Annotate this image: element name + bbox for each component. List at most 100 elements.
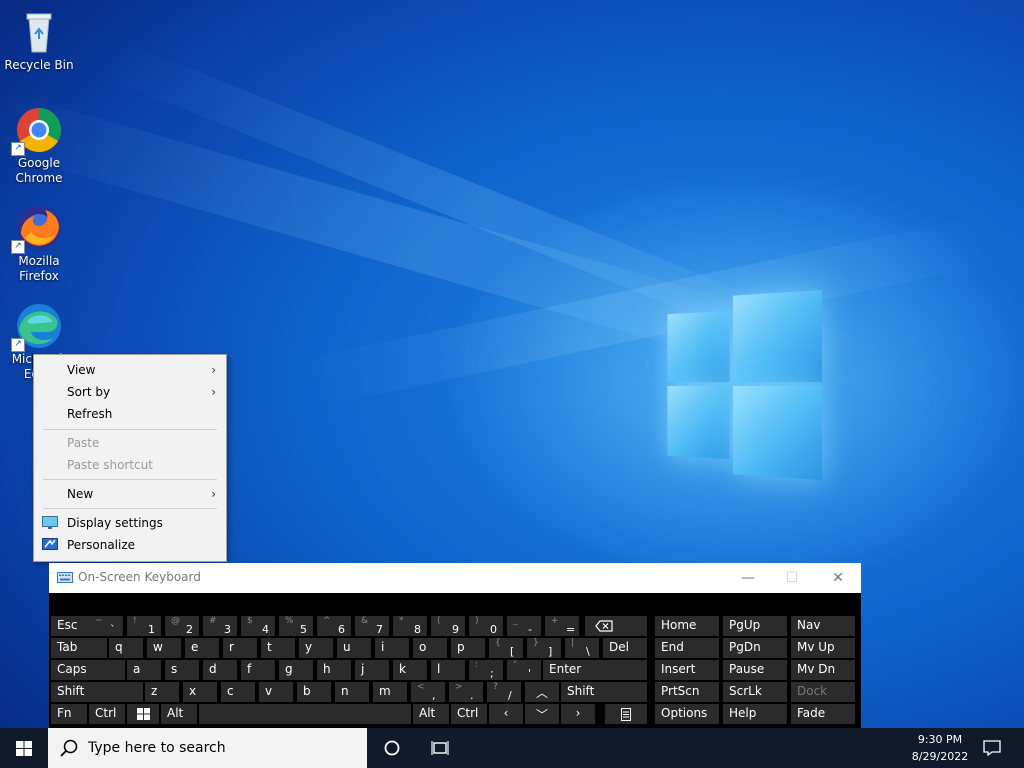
bracket-key-1[interactable]: }] xyxy=(527,638,561,658)
space-key[interactable] xyxy=(199,704,411,724)
key-row3-6[interactable]: j xyxy=(355,660,389,680)
key-row1-7[interactable]: & 7 xyxy=(355,616,389,636)
menu-item-new[interactable]: New › xyxy=(34,483,226,505)
insert-key[interactable]: Insert xyxy=(655,660,719,680)
maximize-button[interactable]: ☐ xyxy=(777,567,807,589)
menu-item-display-settings[interactable]: Display settings xyxy=(34,512,226,534)
key-row3-1[interactable]: s xyxy=(165,660,199,680)
menu-item-sort-by[interactable]: Sort by › xyxy=(34,381,226,403)
end-key[interactable]: End xyxy=(655,638,719,658)
key-1-row2[interactable]: w xyxy=(147,638,181,658)
action-center-button[interactable] xyxy=(978,728,1008,768)
key-row1-11[interactable]: _ - xyxy=(507,616,541,636)
system-clock[interactable]: 9:30 PM 8/29/2022 xyxy=(905,731,975,765)
key-row1-3[interactable]: #3 xyxy=(203,616,237,636)
windows-key[interactable] xyxy=(127,704,159,724)
key-row4-6[interactable]: m xyxy=(373,682,407,702)
key-row3-2[interactable]: d xyxy=(203,660,237,680)
punct-key-row3-0[interactable]: :; xyxy=(469,660,503,680)
enter-key[interactable]: Enter xyxy=(543,660,647,680)
prtscn-key[interactable]: PrtScn xyxy=(655,682,719,702)
punct-key-row4-2[interactable]: ? / xyxy=(487,682,521,702)
key-row4-1[interactable]: x xyxy=(183,682,217,702)
key-row4-2[interactable]: c xyxy=(221,682,255,702)
key-row3-7[interactable]: k xyxy=(393,660,427,680)
alt-left-key[interactable]: Alt xyxy=(161,704,197,724)
backspace-key[interactable] xyxy=(585,616,647,636)
key-8-row2[interactable]: o xyxy=(413,638,447,658)
tab-key[interactable]: Tab xyxy=(51,638,107,658)
ctrl-left-key[interactable]: Ctrl xyxy=(89,704,125,724)
arrow-right-key[interactable]: › xyxy=(561,704,595,724)
key-row4-3[interactable]: v xyxy=(259,682,293,702)
key-4-row2[interactable]: t xyxy=(261,638,295,658)
cortana-button[interactable] xyxy=(370,728,414,768)
key-row3-8[interactable]: l xyxy=(431,660,465,680)
shift-right-key[interactable]: Shift xyxy=(561,682,647,702)
key-row4-4[interactable]: b xyxy=(297,682,331,702)
help-key[interactable]: Help xyxy=(723,704,787,724)
menu-item-refresh[interactable]: Refresh xyxy=(34,403,226,425)
alt-right-key[interactable]: Alt xyxy=(413,704,449,724)
key-9-row2[interactable]: p xyxy=(451,638,485,658)
bracket-key-2[interactable]: | \ xyxy=(565,638,599,658)
home-key[interactable]: Home xyxy=(655,616,719,636)
key-row1-12[interactable]: + = xyxy=(545,616,579,636)
key-7-row2[interactable]: i xyxy=(375,638,409,658)
key-row1-2[interactable]: @2 xyxy=(165,616,199,636)
menu-key[interactable] xyxy=(605,704,647,724)
arrow-up-key[interactable]: ︿ xyxy=(525,682,559,702)
task-view-button[interactable] xyxy=(418,728,462,768)
menu-item-view[interactable]: View › xyxy=(34,359,226,381)
key-row4-5[interactable]: n xyxy=(335,682,369,702)
key-2-row2[interactable]: e xyxy=(185,638,219,658)
options-key[interactable]: Options xyxy=(655,704,719,724)
key-row3-5[interactable]: h xyxy=(317,660,351,680)
scrlk-key[interactable]: ScrLk xyxy=(723,682,787,702)
key-row1-8[interactable]: * 8 xyxy=(393,616,427,636)
mvup-key[interactable]: Mv Up xyxy=(791,638,855,658)
key-row3-3[interactable]: f xyxy=(241,660,275,680)
key-row1-4[interactable]: $4 xyxy=(241,616,275,636)
osk-title-bar[interactable]: On-Screen Keyboard — ☐ ✕ xyxy=(49,563,861,593)
search-box[interactable]: Type here to search xyxy=(48,728,367,768)
menu-item-personalize[interactable]: Personalize xyxy=(34,534,226,556)
minimize-button[interactable]: — xyxy=(733,567,763,589)
esc-key[interactable]: Esc xyxy=(51,616,89,636)
key-row3-4[interactable]: g xyxy=(279,660,313,680)
key-6-row2[interactable]: u xyxy=(337,638,371,658)
mvdn-key[interactable]: Mv Dn xyxy=(791,660,855,680)
pause-key[interactable]: Pause xyxy=(723,660,787,680)
fade-key[interactable]: Fade xyxy=(791,704,855,724)
punct-key-row4-1[interactable]: >. xyxy=(449,682,483,702)
key-row4-0[interactable]: z xyxy=(145,682,179,702)
shift-left-key[interactable]: Shift xyxy=(51,682,143,702)
key-row1-6[interactable]: ^ 6 xyxy=(317,616,351,636)
dock-key[interactable]: Dock xyxy=(791,682,855,702)
start-button[interactable] xyxy=(0,728,48,768)
key-0-row2[interactable]: q xyxy=(109,638,143,658)
key-row1-5[interactable]: % 5 xyxy=(279,616,313,636)
nav-key[interactable]: Nav xyxy=(791,616,855,636)
bracket-key-0[interactable]: {[ xyxy=(489,638,523,658)
caps-lock-key[interactable]: Caps xyxy=(51,660,125,680)
key-5-row2[interactable]: y xyxy=(299,638,333,658)
fn-key[interactable]: Fn xyxy=(51,704,87,724)
recycle-bin-icon[interactable]: Recycle Bin xyxy=(4,8,74,73)
key-3-row2[interactable]: r xyxy=(223,638,257,658)
google-chrome-icon[interactable]: ↗ Google Chrome xyxy=(4,106,74,186)
key-row3-0[interactable]: a xyxy=(127,660,161,680)
key-row1-0[interactable]: ~ ` xyxy=(89,616,123,636)
pgup-key[interactable]: PgUp xyxy=(723,616,787,636)
key-row1-9[interactable]: (9 xyxy=(431,616,465,636)
mozilla-firefox-icon[interactable]: ↗ Mozilla Firefox xyxy=(4,204,74,284)
del-key[interactable]: Del xyxy=(603,638,647,658)
key-row1-10[interactable]: ) 0 xyxy=(469,616,503,636)
punct-key-row3-1[interactable]: " ' xyxy=(507,660,541,680)
desktop[interactable]: Recycle Bin ↗ Google Chrome ↗ Mozilla Fi… xyxy=(0,0,1024,728)
punct-key-row4-0[interactable]: <, xyxy=(411,682,445,702)
pgdn-key[interactable]: PgDn xyxy=(723,638,787,658)
arrow-left-key[interactable]: ‹ xyxy=(489,704,523,724)
arrow-down-key[interactable]: ﹀ xyxy=(525,704,559,724)
ctrl-right-key[interactable]: Ctrl xyxy=(451,704,487,724)
